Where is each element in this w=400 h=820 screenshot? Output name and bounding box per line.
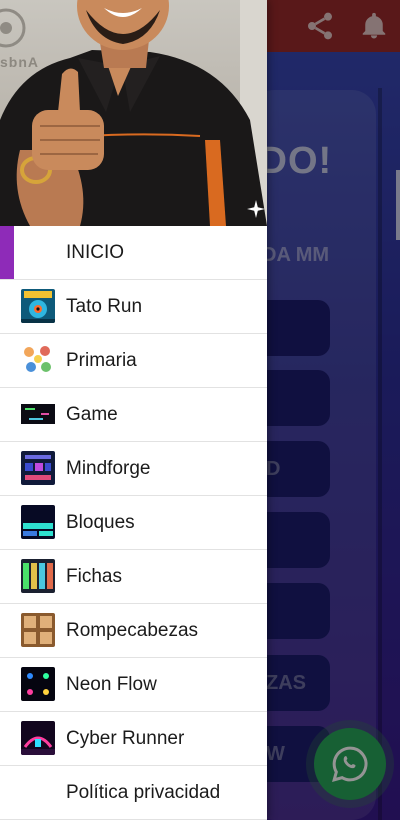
menu-item-label: Cyber Runner xyxy=(66,727,185,749)
menu-item-label: Game xyxy=(66,403,118,425)
neon-flow-thumbnail-icon xyxy=(21,667,55,701)
menu-item-label: Neon Flow xyxy=(66,673,157,695)
menu-item-rompecabezas[interactable]: Rompecabezas xyxy=(0,604,267,658)
menu-item-fichas[interactable]: Fichas xyxy=(0,550,267,604)
menu-item-label: Política privacidad xyxy=(66,781,221,803)
menu-item-label: INICIO xyxy=(66,241,125,263)
menu-item-inicio[interactable]: INICIO xyxy=(0,226,267,280)
cyber-runner-thumbnail-icon xyxy=(21,721,55,755)
menu-item-label: Bloques xyxy=(66,511,135,533)
game-thumbnail-icon xyxy=(21,397,55,431)
menu-item-neon-flow[interactable]: Neon Flow xyxy=(0,658,267,712)
avatar-illustration xyxy=(0,0,267,226)
drawer-header-image: sbnA xyxy=(0,0,267,226)
menu-item-label: Mindforge xyxy=(66,457,151,479)
fichas-thumbnail-icon xyxy=(21,559,55,593)
menu-item-label: Fichas xyxy=(66,565,122,587)
rompecabezas-thumbnail-icon xyxy=(21,613,55,647)
mindforge-thumbnail-icon xyxy=(21,451,55,485)
bloques-thumbnail-icon xyxy=(21,505,55,539)
menu-item-label: Tato Run xyxy=(66,295,143,317)
drawer-menu: INICIO Tato Run Primaria Game Mindforge xyxy=(0,226,267,820)
menu-item-bloques[interactable]: Bloques xyxy=(0,496,267,550)
menu-item-label: Primaria xyxy=(66,349,137,371)
menu-item-tato-run[interactable]: Tato Run xyxy=(0,280,267,334)
primaria-thumbnail-icon xyxy=(21,343,55,377)
menu-item-cyber-runner[interactable]: Cyber Runner xyxy=(0,712,267,766)
menu-item-game[interactable]: Game xyxy=(0,388,267,442)
active-indicator xyxy=(0,226,14,279)
menu-item-mindforge[interactable]: Mindforge xyxy=(0,442,267,496)
sparkle-icon xyxy=(247,200,265,218)
tato-run-thumbnail-icon xyxy=(21,289,55,323)
navigation-drawer: sbnA INICIO Tato Run Primaria Game Mindf… xyxy=(0,0,267,820)
menu-item-label: Rompecabezas xyxy=(66,619,199,641)
menu-item-politica-privacidad[interactable]: Política privacidad xyxy=(0,766,267,820)
menu-item-primaria[interactable]: Primaria xyxy=(0,334,267,388)
